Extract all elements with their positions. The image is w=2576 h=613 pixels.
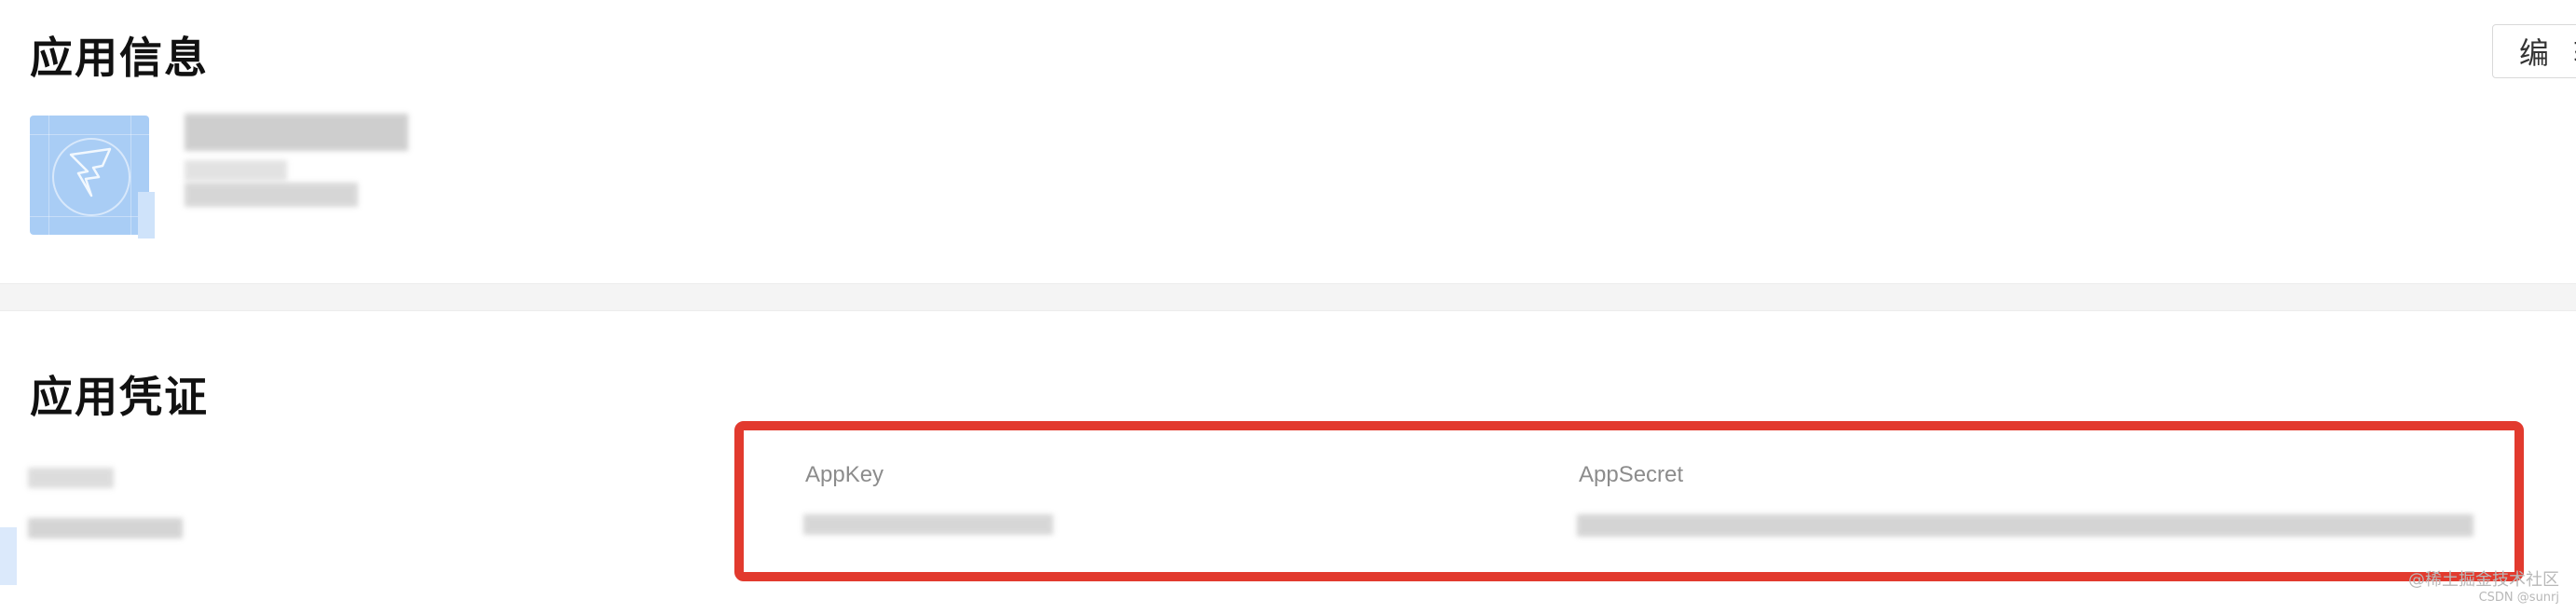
- highlight-annotation-box: [734, 421, 2524, 581]
- edit-button[interactable]: 编 辑: [2492, 24, 2576, 78]
- app-subtitle-redacted: [185, 160, 287, 181]
- agent-id-value-redacted: [28, 518, 183, 538]
- scroll-hint-strip: [0, 527, 17, 585]
- app-credentials-title: 应用凭证: [30, 372, 209, 422]
- icon-grid-line: [30, 134, 149, 135]
- watermark-line2: CSDN @sunrj: [2478, 591, 2559, 605]
- watermark-line1: @稀土掘金技术社区: [2408, 570, 2559, 590]
- icon-upload-tab[interactable]: [138, 192, 155, 238]
- app-description-redacted: [185, 183, 358, 207]
- dingtalk-wing-icon: [69, 147, 112, 198]
- section-divider: [0, 283, 2576, 311]
- agent-id-label-redacted: [28, 468, 114, 488]
- app-info-title: 应用信息: [30, 33, 209, 83]
- app-name-redacted: [185, 114, 408, 151]
- icon-grid-line: [30, 216, 149, 217]
- watermark: @稀土掘金技术社区 CSDN @sunrj: [2408, 570, 2559, 606]
- app-logo-icon: [30, 116, 149, 235]
